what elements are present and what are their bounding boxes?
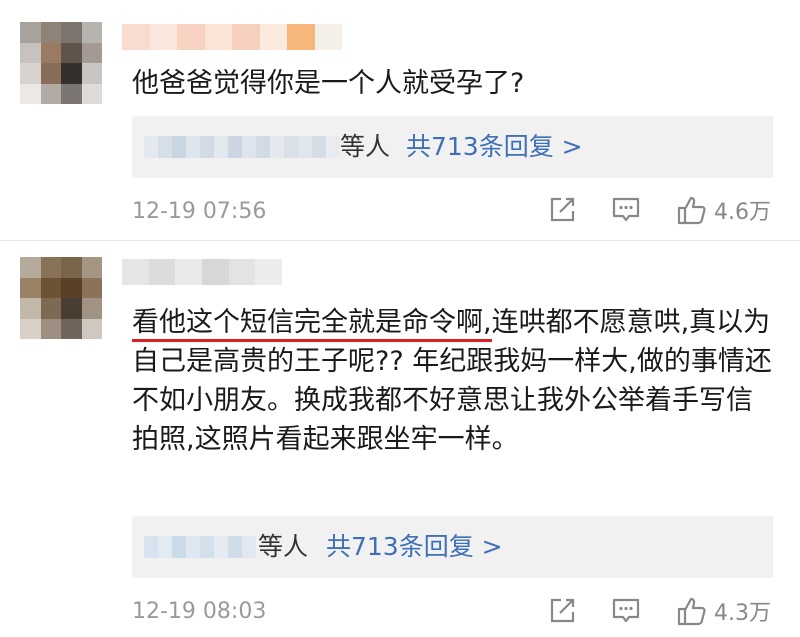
- avatar[interactable]: [20, 22, 102, 104]
- share-icon: [550, 197, 575, 222]
- like-button[interactable]: 4.3万: [676, 595, 771, 627]
- view-replies-link[interactable]: 共713条回复 >: [406, 130, 583, 164]
- share-icon: [550, 598, 575, 623]
- timestamp: 12-19 08:03: [132, 599, 267, 624]
- timestamp: 12-19 07:56: [132, 199, 267, 224]
- comment-icon: [612, 197, 640, 222]
- username[interactable]: [122, 24, 342, 50]
- like-count: 4.6万: [714, 200, 771, 225]
- username[interactable]: [122, 259, 283, 285]
- like-button[interactable]: 4.6万: [676, 194, 771, 226]
- reply-users-suffix: 等人: [340, 132, 391, 161]
- comment-item: 他爸爸觉得你是一个人就受孕了? 等人 共713条回复 > 12-19 07:56…: [0, 0, 800, 240]
- avatar[interactable]: [20, 257, 102, 339]
- comment-text: 他爸爸觉得你是一个人就受孕了?: [132, 68, 525, 99]
- share-button[interactable]: [548, 597, 576, 625]
- share-button[interactable]: [548, 196, 576, 224]
- reply-summary[interactable]: 等人 共713条回复 >: [132, 516, 773, 578]
- thumbs-up-icon: [677, 597, 706, 626]
- reply-users: [144, 136, 340, 158]
- highlighted-text: 看他这个短信完全就是命令啊,: [132, 307, 492, 342]
- reply-users-suffix: 等人: [258, 532, 309, 561]
- comment-item: 看他这个短信完全就是命令啊,连哄都不愿意哄,真以为自己是高贵的王子呢?? 年纪跟…: [0, 241, 800, 637]
- comment-button[interactable]: [611, 597, 641, 625]
- reply-users: [144, 536, 256, 558]
- reply-summary[interactable]: 等人 共713条回复 >: [132, 116, 773, 178]
- comment-button[interactable]: [611, 196, 641, 224]
- like-count: 4.3万: [714, 601, 771, 626]
- comment-text: 看他这个短信完全就是命令啊,连哄都不愿意哄,真以为自己是高贵的王子呢?? 年纪跟…: [132, 303, 772, 459]
- thumbs-up-icon: [677, 196, 706, 225]
- view-replies-link[interactable]: 共713条回复 >: [326, 530, 503, 564]
- comment-icon: [612, 598, 640, 623]
